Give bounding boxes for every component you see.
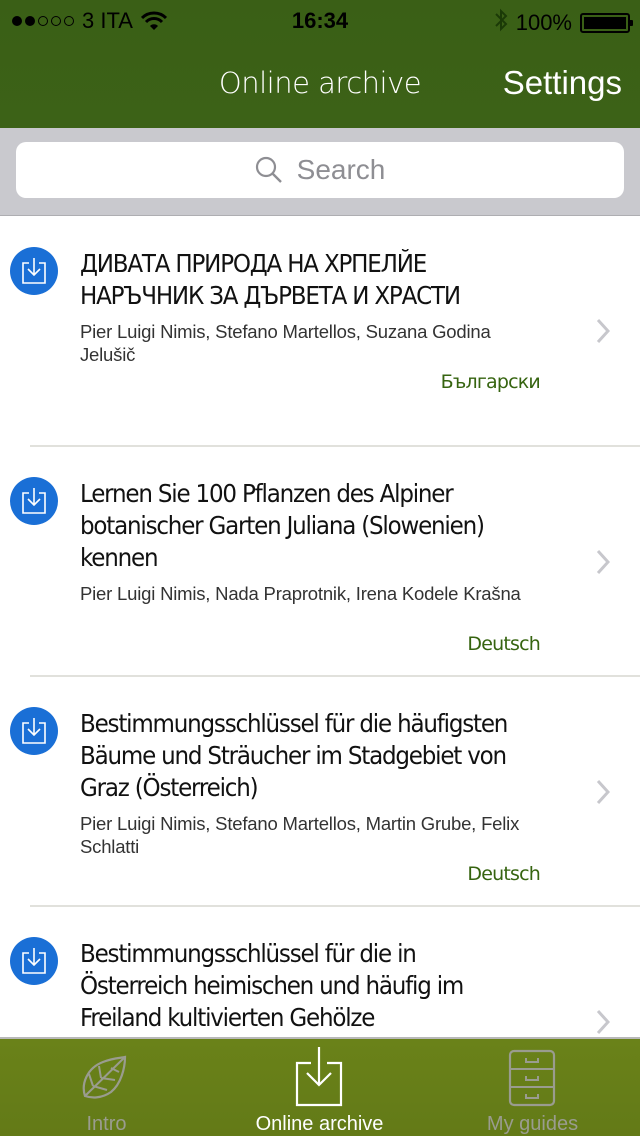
guide-language: Български [440,371,541,393]
list-item[interactable]: ДИВАТА ПРИРОДА НА ХРПЕЛЙЕ НАРЪЧНИК ЗА ДЪ… [0,217,640,447]
title-line: botanischer Garten Juliana (Slowenien) [80,511,485,540]
guide-title: ДИВАТА ПРИРОДА НА ХРПЕЛЙЕ НАРЪЧНИК ЗА ДЪ… [80,248,522,312]
search-placeholder: Search [296,154,386,185]
top-bar: 3 ITA 16:34 100% Online archive Settings [0,0,640,128]
guide-list: ДИВАТА ПРИРОДА НА ХРПЕЛЙЕ НАРЪЧНИК ЗА ДЪ… [0,217,640,1037]
title-line: kennen [80,543,159,572]
title-line: Graz (Österreich) [80,773,259,802]
download-icon[interactable] [10,707,58,755]
title-line: Lernen Sie 100 Pflanzen des Alpiner [80,479,454,508]
chevron-right-icon [596,318,610,344]
battery-icon [580,13,633,33]
tab-my-guides[interactable]: My guides [426,1039,639,1136]
guide-title: Lernen Sie 100 Pflanzen des Alpiner bota… [80,478,522,574]
guide-authors: Pier Luigi Nimis, Stefano Martellos, Suz… [80,321,491,365]
download-tray-icon [295,1047,343,1107]
tab-bar: Intro Online archive My guides [0,1037,640,1136]
tab-online-archive[interactable]: Online archive [213,1039,426,1136]
guide-language: Deutsch [467,633,540,655]
battery-percent: 100% [515,10,572,35]
file-cabinet-icon [508,1049,556,1107]
guide-title: Bestimmungsschlüssel für die in Österrei… [80,938,522,1034]
bluetooth-icon [494,8,508,38]
settings-button[interactable]: Settings [503,64,622,102]
list-item[interactable]: Lernen Sie 100 Pflanzen des Alpiner bota… [0,447,640,677]
tab-label: My guides [486,1113,579,1135]
title-line: Bäume und Sträucher im Stadgebiet von [80,741,507,770]
guide-language: Deutsch [467,863,540,885]
chevron-right-icon [596,549,610,575]
guide-authors: Pier Luigi Nimis, Stefano Martellos, Mar… [80,813,520,857]
tab-label: Intro [86,1113,127,1135]
status-bar: 3 ITA 16:34 100% [0,0,640,40]
search-icon [255,156,282,183]
download-icon[interactable] [10,477,58,525]
chevron-right-icon [596,1009,610,1035]
download-icon[interactable] [10,937,58,985]
title-line: НАРЪЧНИК ЗА ДЪРВЕТА И ХРАСТИ [80,281,461,310]
title-line: Bestimmungsschlüssel für die häufigsten [80,709,508,738]
title-line: Bestimmungsschlüssel für die in [80,939,417,968]
title-line: ДИВАТА ПРИРОДА НА ХРПЕЛЙЕ [80,249,427,278]
tab-intro[interactable]: Intro [0,1039,213,1136]
guide-authors: Pier Luigi Nimis, Nada Praprotnik, Irena… [80,583,521,604]
leaf-icon [82,1055,127,1099]
title-line: Freiland kultivierten Gehölze [80,1003,375,1032]
tab-label: Online archive [255,1113,384,1135]
search-bar: Search [0,128,640,216]
list-item[interactable]: Bestimmungsschlüssel für die in Österrei… [0,907,640,1037]
download-icon[interactable] [10,247,58,295]
search-input[interactable]: Search [16,142,624,198]
chevron-right-icon [596,779,610,805]
guide-title: Bestimmungsschlüssel für die häufigsten … [80,708,522,804]
list-item[interactable]: Bestimmungsschlüssel für die häufigsten … [0,677,640,907]
title-line: Österreich heimischen und häufig im [80,971,464,1000]
